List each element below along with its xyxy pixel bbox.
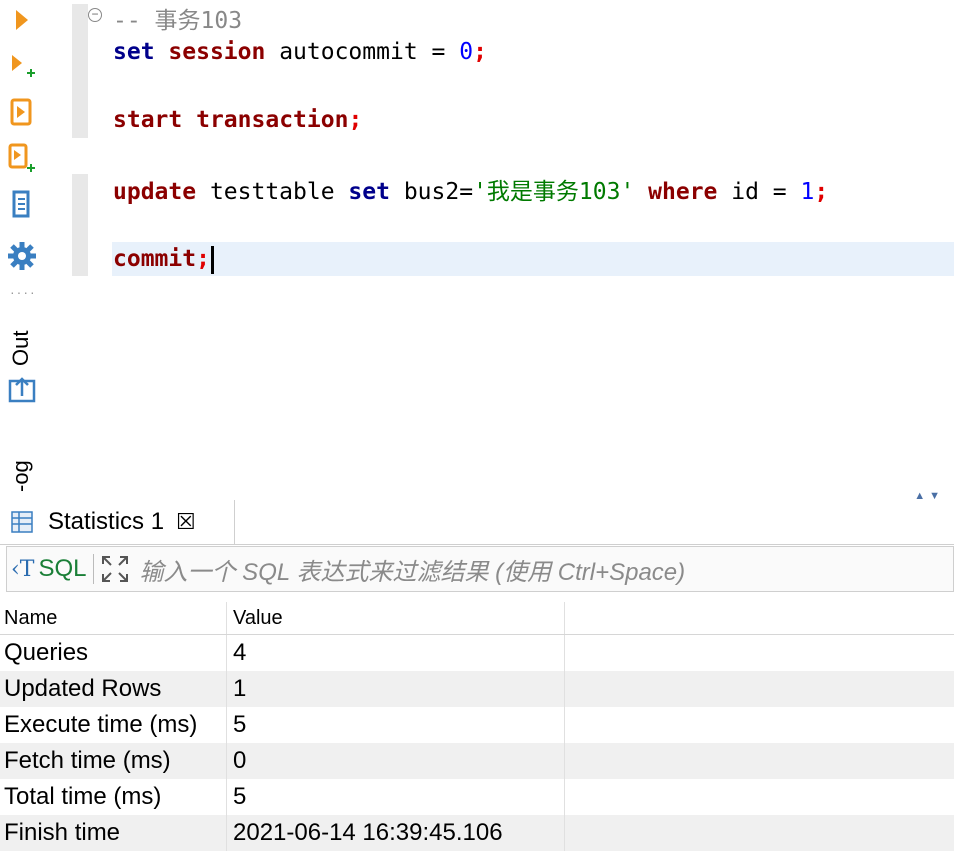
output-panel-label[interactable]: Out	[8, 331, 34, 366]
comment-line: -- 事务103	[113, 8, 243, 34]
expand-filter-icon[interactable]	[100, 554, 130, 584]
table-row[interactable]: Updated Rows 1	[0, 671, 954, 707]
column-header-value[interactable]: Value	[226, 602, 564, 634]
row-value: 2021-06-14 16:39:45.106	[226, 815, 564, 851]
filter-separator	[92, 554, 94, 584]
export-icon[interactable]	[6, 374, 38, 406]
table-row[interactable]: Finish time 2021-06-14 16:39:45.106	[0, 815, 954, 851]
empty-column	[564, 602, 954, 634]
row-name: Total time (ms)	[4, 783, 162, 810]
column-header-name[interactable]: Name	[0, 607, 226, 630]
empty-column	[564, 815, 954, 851]
code-line-4: commit;	[113, 242, 214, 276]
table-row[interactable]: Execute time (ms) 5	[0, 707, 954, 743]
statistics-table: Name Value Queries 4 Updated Rows 1 Exec…	[0, 602, 954, 851]
row-name: Queries	[4, 639, 89, 666]
editor-toolbar: ···· Out -og	[0, 0, 46, 500]
row-value: 4	[226, 635, 564, 671]
sql-filter-toggle-button[interactable]: ‹T SQL	[11, 555, 87, 583]
results-panel: Statistics 1 ☒ ‹T SQL 输入一个 SQL 表达式来过滤结果 …	[0, 500, 954, 856]
tab-statistics[interactable]: Statistics 1 ☒	[0, 500, 235, 544]
execute-statement-icon[interactable]	[6, 4, 38, 36]
empty-column	[564, 743, 954, 779]
log-panel-label[interactable]: -og	[8, 460, 34, 492]
tab-label: Statistics 1	[48, 508, 165, 535]
execute-statement-new-tab-icon[interactable]	[6, 50, 38, 82]
empty-column	[564, 779, 954, 815]
empty-column	[564, 635, 954, 671]
empty-column	[564, 707, 954, 743]
row-value: 1	[226, 671, 564, 707]
row-name: Execute time (ms)	[4, 711, 198, 738]
results-tab-bar: Statistics 1 ☒	[0, 500, 954, 545]
code-line-3: update testtable set bus2='我是事务103' wher…	[113, 179, 829, 205]
row-value: 5	[226, 707, 564, 743]
sql-label: SQL	[38, 555, 87, 582]
row-value: 0	[226, 743, 564, 779]
row-value: 5	[226, 779, 564, 815]
grid-table-icon	[11, 511, 33, 533]
filter-input[interactable]: 输入一个 SQL 表达式来过滤结果 (使用 Ctrl+Space)	[140, 552, 686, 587]
table-row[interactable]: Queries 4	[0, 635, 954, 671]
toolbar-divider: ····	[10, 284, 37, 300]
table-row[interactable]: Fetch time (ms) 0	[0, 743, 954, 779]
row-name: Fetch time (ms)	[4, 747, 171, 774]
table-header: Name Value	[0, 602, 954, 635]
fold-toggle-icon[interactable]: −	[88, 8, 102, 22]
close-tab-icon[interactable]: ☒	[176, 509, 196, 535]
settings-icon[interactable]	[6, 240, 38, 272]
execute-script-new-tab-icon[interactable]	[6, 142, 38, 174]
current-line-highlight	[112, 242, 954, 276]
text-cursor	[210, 245, 214, 274]
row-name: Updated Rows	[4, 675, 162, 702]
code-line-1: set session autocommit = 0;	[113, 39, 487, 65]
table-row[interactable]: Total time (ms) 5	[0, 779, 954, 815]
row-name: Finish time	[4, 819, 121, 846]
filter-bar: ‹T SQL 输入一个 SQL 表达式来过滤结果 (使用 Ctrl+Space)	[6, 546, 954, 592]
execute-script-icon[interactable]	[6, 96, 38, 128]
empty-column	[564, 671, 954, 707]
explain-plan-icon[interactable]	[6, 188, 38, 220]
code-line-2: start transaction;	[113, 107, 363, 133]
statement-block-marker	[72, 174, 88, 276]
sql-text-icon: ‹T	[11, 556, 35, 582]
sql-editor[interactable]: − -- 事务103 set session autocommit = 0; s…	[46, 0, 954, 490]
statement-block-marker	[72, 4, 88, 138]
